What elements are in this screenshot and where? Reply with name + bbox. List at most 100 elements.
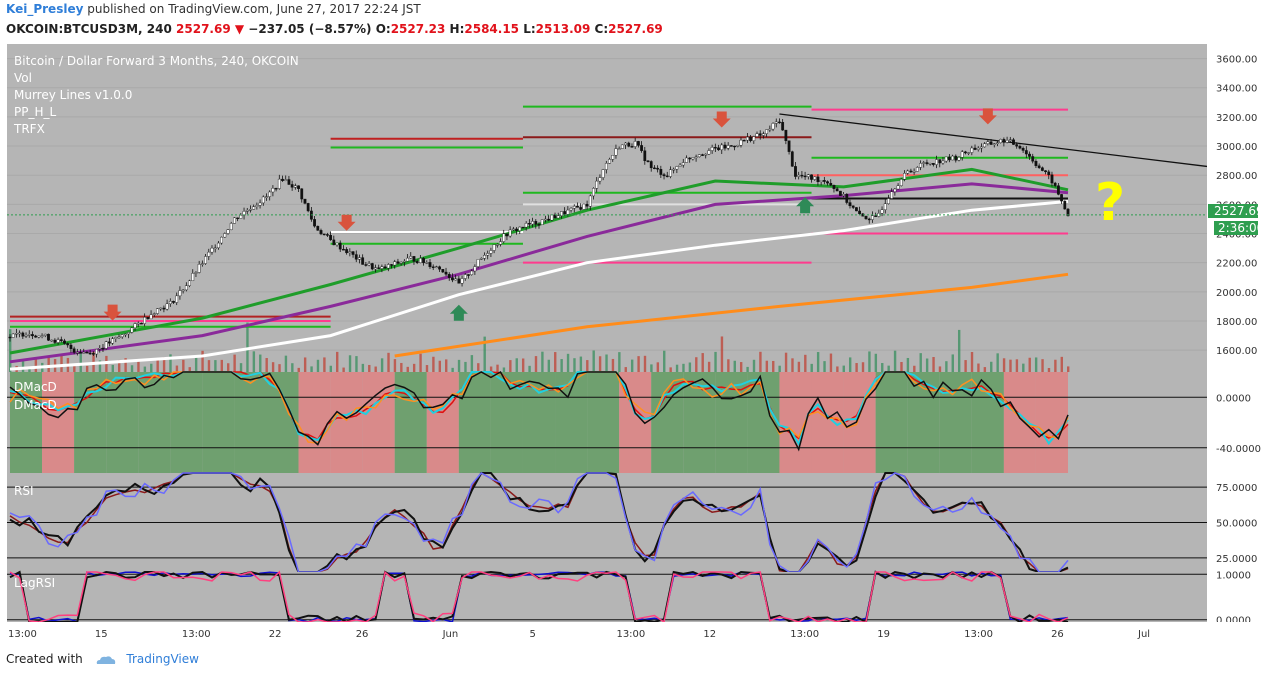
candle-body bbox=[143, 317, 147, 324]
candle-body bbox=[107, 341, 111, 344]
candle-body bbox=[252, 206, 256, 210]
candle-body bbox=[980, 146, 983, 149]
candle-body bbox=[409, 256, 413, 259]
candle-body bbox=[284, 179, 288, 181]
candle-body bbox=[162, 307, 166, 310]
volume-bar bbox=[861, 362, 865, 372]
candle-body bbox=[903, 173, 906, 180]
candle-body bbox=[377, 267, 381, 269]
candle-body bbox=[476, 259, 480, 267]
price-panel[interactable] bbox=[7, 44, 1207, 372]
candle-body bbox=[515, 228, 518, 231]
volume-bar bbox=[951, 354, 954, 372]
candle-body bbox=[402, 260, 406, 263]
price-tick-label: 2000.00 bbox=[1216, 288, 1257, 299]
candle-body bbox=[124, 333, 127, 336]
candle-body bbox=[572, 205, 576, 209]
volume-bar bbox=[746, 366, 749, 372]
candle-body bbox=[931, 163, 935, 165]
candle-body bbox=[1002, 139, 1006, 143]
candle-body bbox=[168, 301, 172, 305]
candle-body bbox=[152, 313, 156, 315]
candle-body bbox=[249, 209, 252, 211]
candle-body bbox=[784, 129, 788, 141]
volume-bar bbox=[143, 366, 147, 372]
candle-body bbox=[704, 153, 708, 156]
volume-bar bbox=[1034, 357, 1038, 372]
candle-body bbox=[774, 121, 778, 124]
candle-body bbox=[576, 205, 579, 208]
lagrsi-panel[interactable] bbox=[7, 572, 1207, 622]
candle-body bbox=[983, 143, 987, 148]
candle-body bbox=[508, 229, 512, 237]
candle-body bbox=[726, 145, 730, 149]
candle-body bbox=[50, 339, 54, 342]
tradingview-link[interactable]: TradingView bbox=[126, 652, 199, 666]
volume-bar bbox=[380, 358, 384, 372]
candle-body bbox=[412, 256, 416, 262]
chart-area[interactable]: ? Bitcoin / Dollar Forward 3 Months, 240… bbox=[0, 42, 1270, 642]
candle-body bbox=[43, 333, 47, 336]
candle-body bbox=[133, 323, 137, 329]
volume-bar bbox=[881, 363, 884, 372]
volume-bar bbox=[656, 362, 660, 372]
volume-bar bbox=[938, 366, 942, 372]
candle-body bbox=[258, 202, 262, 206]
volume-bar bbox=[85, 365, 89, 372]
time-tick-label: 26 bbox=[1051, 629, 1064, 640]
candle-body bbox=[662, 174, 666, 177]
volume-bar bbox=[297, 367, 300, 372]
candle-body bbox=[992, 143, 996, 145]
volume-bar bbox=[156, 359, 159, 372]
volume-bar bbox=[688, 362, 692, 372]
volume-bar bbox=[592, 350, 595, 372]
candle-body bbox=[406, 257, 409, 262]
candle-body bbox=[935, 159, 938, 165]
candle-body bbox=[556, 215, 560, 219]
candle-body bbox=[1037, 165, 1041, 168]
candle-body bbox=[986, 141, 990, 144]
candle-body bbox=[342, 248, 345, 251]
volume-bar bbox=[316, 359, 320, 372]
candle-body bbox=[492, 244, 496, 251]
candle-body bbox=[858, 210, 862, 215]
candle-body bbox=[851, 205, 855, 208]
volume-bar bbox=[342, 367, 345, 372]
candle-body bbox=[665, 175, 669, 178]
candle-body bbox=[964, 151, 967, 154]
panel-tick-label: 1.0000 bbox=[1216, 570, 1251, 581]
candle-body bbox=[415, 261, 419, 264]
candle-body bbox=[822, 180, 826, 182]
candle-body bbox=[428, 262, 432, 267]
candle-body bbox=[838, 190, 842, 196]
candle-body bbox=[697, 154, 701, 158]
candle-body bbox=[396, 261, 400, 264]
price-tick-label: 1600.00 bbox=[1216, 346, 1257, 357]
price-tick-label: 2200.00 bbox=[1216, 259, 1257, 270]
candle-body bbox=[233, 217, 236, 224]
candle-body bbox=[537, 224, 541, 226]
candle-body bbox=[370, 263, 374, 270]
candle-body bbox=[495, 244, 499, 246]
volume-bar bbox=[60, 355, 63, 372]
candle-body bbox=[768, 128, 772, 131]
candle-body bbox=[518, 226, 522, 231]
dmacd-zone bbox=[875, 372, 908, 473]
candle-body bbox=[672, 168, 676, 171]
volume-bar bbox=[445, 359, 448, 372]
close-value: 2527.69 bbox=[608, 22, 663, 36]
candle-body bbox=[531, 221, 534, 225]
volume-bar bbox=[284, 355, 288, 372]
candle-body bbox=[771, 123, 775, 130]
time-tick-label: 26 bbox=[356, 629, 369, 640]
volume-bar bbox=[271, 362, 275, 372]
candle-body bbox=[579, 207, 583, 210]
volume-bar bbox=[1002, 358, 1006, 372]
candle-body bbox=[239, 215, 243, 219]
candle-body bbox=[938, 159, 942, 164]
volume-bar bbox=[1009, 359, 1012, 372]
volume-bar bbox=[310, 366, 313, 372]
candle-body bbox=[11, 333, 15, 338]
volume-bar bbox=[579, 356, 583, 372]
author-link[interactable]: Kei_Presley bbox=[6, 2, 83, 16]
